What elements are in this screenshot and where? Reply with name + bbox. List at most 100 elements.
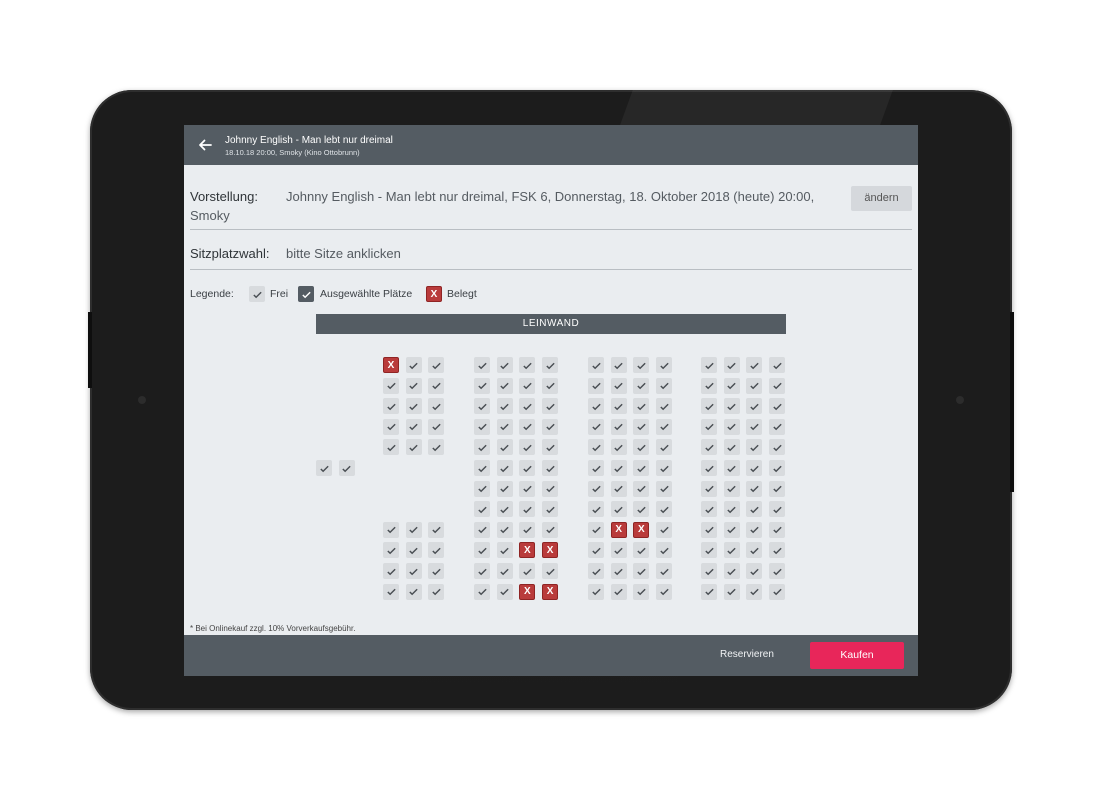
- reserve-button[interactable]: Reservieren: [720, 649, 774, 660]
- seat-free[interactable]: [542, 563, 559, 579]
- seat-free[interactable]: [519, 377, 536, 394]
- seat-free[interactable]: [542, 418, 559, 435]
- seat-free[interactable]: [588, 418, 604, 435]
- seat-free[interactable]: [496, 480, 513, 497]
- seat-free[interactable]: [496, 563, 513, 579]
- seat-free[interactable]: [610, 377, 627, 394]
- seat-free[interactable]: [701, 460, 717, 476]
- seat-free[interactable]: [428, 583, 445, 600]
- seat-free[interactable]: [542, 398, 559, 415]
- seat-free[interactable]: [610, 583, 627, 600]
- seat-free[interactable]: [474, 542, 490, 559]
- seat-free[interactable]: [519, 460, 536, 476]
- seat-free[interactable]: [656, 357, 673, 373]
- seat-free[interactable]: [588, 563, 604, 579]
- seat-free[interactable]: [405, 563, 422, 579]
- seat-free[interactable]: [769, 563, 786, 579]
- seat-free[interactable]: [610, 501, 627, 518]
- seat-free[interactable]: [428, 398, 445, 415]
- seat-free[interactable]: [474, 460, 490, 476]
- seat-free[interactable]: [519, 398, 536, 415]
- seat-free[interactable]: [542, 501, 559, 518]
- seat-free[interactable]: [383, 542, 399, 559]
- seat-free[interactable]: [428, 439, 445, 456]
- seat-free[interactable]: [519, 439, 536, 456]
- seat-free[interactable]: [496, 501, 513, 518]
- seat-free[interactable]: [701, 521, 717, 538]
- seat-free[interactable]: [588, 439, 604, 456]
- seat-free[interactable]: [474, 563, 490, 579]
- seat-free[interactable]: [610, 563, 627, 579]
- seat-free[interactable]: [588, 583, 604, 600]
- seat-free[interactable]: [746, 583, 763, 600]
- seat-free[interactable]: [496, 439, 513, 456]
- seat-free[interactable]: [405, 439, 422, 456]
- seat-free[interactable]: [701, 398, 717, 415]
- seat-free[interactable]: [746, 542, 763, 559]
- seat-free[interactable]: [428, 542, 445, 559]
- seat-free[interactable]: [746, 460, 763, 476]
- seat-free[interactable]: [542, 357, 559, 373]
- seat-free[interactable]: [723, 542, 740, 559]
- seat-free[interactable]: [496, 398, 513, 415]
- seat-free[interactable]: [633, 398, 650, 415]
- seat-free[interactable]: [474, 439, 490, 456]
- seat-free[interactable]: [588, 521, 604, 538]
- seat-free[interactable]: [383, 398, 399, 415]
- seat-free[interactable]: [474, 480, 490, 497]
- seat-free[interactable]: [519, 563, 536, 579]
- seat-free[interactable]: [769, 583, 786, 600]
- seat-free[interactable]: [610, 398, 627, 415]
- seat-free[interactable]: [633, 542, 650, 559]
- seat-free[interactable]: [746, 480, 763, 497]
- seat-free[interactable]: [746, 563, 763, 579]
- seat-free[interactable]: [769, 521, 786, 538]
- seat-free[interactable]: [769, 501, 786, 518]
- seat-free[interactable]: [588, 398, 604, 415]
- seat-free[interactable]: [610, 480, 627, 497]
- seat-free[interactable]: [383, 521, 399, 538]
- seat-free[interactable]: [588, 377, 604, 394]
- seat-free[interactable]: [769, 460, 786, 476]
- seat-free[interactable]: [405, 418, 422, 435]
- seat-free[interactable]: [405, 377, 422, 394]
- seat-free[interactable]: [496, 377, 513, 394]
- seat-free[interactable]: [633, 357, 650, 373]
- seat-free[interactable]: [769, 439, 786, 456]
- seat-free[interactable]: [588, 501, 604, 518]
- seat-free[interactable]: [496, 357, 513, 373]
- seat-free[interactable]: [769, 398, 786, 415]
- seat-free[interactable]: [588, 542, 604, 559]
- seat-free[interactable]: [656, 398, 673, 415]
- seat-free[interactable]: [496, 583, 513, 600]
- seat-free[interactable]: [769, 418, 786, 435]
- seat-free[interactable]: [405, 357, 422, 373]
- seat-free[interactable]: [496, 521, 513, 538]
- seat-free[interactable]: [519, 480, 536, 497]
- seat-free[interactable]: [519, 418, 536, 435]
- seat-free[interactable]: [588, 480, 604, 497]
- seat-free[interactable]: [769, 480, 786, 497]
- seat-free[interactable]: [519, 521, 536, 538]
- seat-free[interactable]: [383, 377, 399, 394]
- seat-free[interactable]: [474, 521, 490, 538]
- seat-free[interactable]: [656, 563, 673, 579]
- seat-free[interactable]: [746, 398, 763, 415]
- seat-free[interactable]: [723, 357, 740, 373]
- seat-free[interactable]: [383, 563, 399, 579]
- seat-free[interactable]: [474, 583, 490, 600]
- seat-free[interactable]: [723, 418, 740, 435]
- seat-free[interactable]: [656, 377, 673, 394]
- seat-free[interactable]: [496, 542, 513, 559]
- seat-free[interactable]: [746, 521, 763, 538]
- seat-free[interactable]: [428, 521, 445, 538]
- seat-free[interactable]: [610, 460, 627, 476]
- seat-free[interactable]: [769, 377, 786, 394]
- seat-free[interactable]: [701, 583, 717, 600]
- seat-free[interactable]: [542, 439, 559, 456]
- seat-free[interactable]: [588, 357, 604, 373]
- seat-free[interactable]: [542, 460, 559, 476]
- seat-free[interactable]: [656, 439, 673, 456]
- seat-free[interactable]: [701, 357, 717, 373]
- seat-free[interactable]: [474, 357, 490, 373]
